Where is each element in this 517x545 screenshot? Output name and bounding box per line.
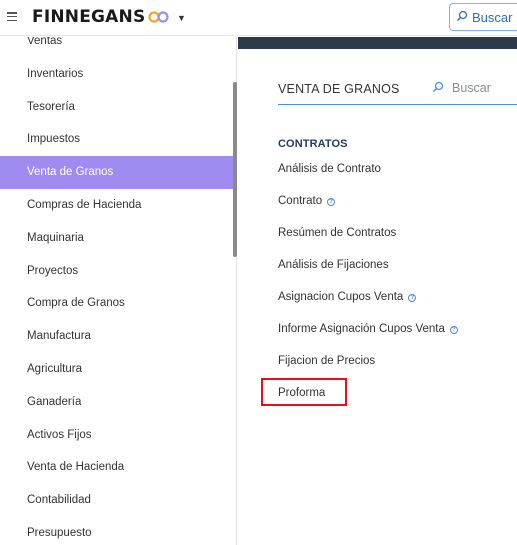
infinity-logo-icon (148, 11, 169, 23)
sidebar-item-ganadería[interactable]: Ganadería (0, 386, 236, 419)
group-title: CONTRATOS (278, 138, 348, 150)
sidebar: Ventas Inventarios Tesorería Impuestos Venta… (0, 37, 237, 545)
link-label[interactable]: Contrato (278, 195, 322, 207)
chevron-down-icon[interactable]: ▼ (177, 13, 186, 23)
menu-icon[interactable] (7, 12, 17, 22)
page-title: VENTA DE GRANOS (278, 82, 400, 96)
sidebar-item-agricultura[interactable]: Agricultura (0, 353, 236, 386)
title-divider (278, 104, 517, 105)
top-search-label: Buscar (472, 10, 513, 25)
sidebar-item-presupuesto[interactable]: Presupuesto (0, 517, 236, 545)
top-bar: FINNEGANS ▼ Buscar (0, 0, 517, 36)
link-item[interactable]: Informe Asignación Cupos Venta? (278, 320, 458, 352)
brand-name[interactable]: FINNEGANS (32, 7, 145, 27)
sidebar-scrollbar[interactable] (233, 82, 237, 257)
sidebar-item-maquinaria[interactable]: Maquinaria (0, 222, 236, 255)
sidebar-item-ventas[interactable]: Ventas (0, 37, 236, 58)
help-icon[interactable]: ? (327, 198, 336, 206)
sidebar-menu: Ventas Inventarios Tesorería Impuestos Venta… (0, 37, 236, 545)
sidebar-item-inventarios[interactable]: Inventarios (0, 58, 236, 91)
link-label[interactable]: Asignacion Cupos Venta (278, 291, 403, 303)
help-icon[interactable]: ? (449, 326, 458, 334)
header-strip (238, 37, 517, 49)
top-search-box[interactable]: Buscar (449, 3, 517, 31)
link-label[interactable]: Fijacion de Precios (278, 355, 375, 367)
search-input[interactable]: Buscar (452, 81, 491, 95)
link-item[interactable]: Contrato? (278, 192, 458, 224)
sidebar-item-impuestos[interactable]: Impuestos (0, 123, 236, 156)
sidebar-item-tesorería[interactable]: Tesorería (0, 91, 236, 124)
sidebar-item-compra-de-granos[interactable]: Compra de Granos (0, 287, 236, 320)
sidebar-item-manufactura[interactable]: Manufactura (0, 320, 236, 353)
sidebar-item-venta-de-granos[interactable]: Venta de Granos (0, 156, 236, 189)
section-search[interactable]: Buscar (432, 80, 491, 98)
sidebar-item-venta-de-hacienda[interactable]: Venta de Hacienda (0, 451, 236, 484)
sidebar-item-activos-fijos[interactable]: Activos Fijos (0, 419, 236, 452)
help-icon[interactable]: ? (408, 294, 417, 302)
link-item[interactable]: Análisis de Contrato (278, 160, 458, 192)
sidebar-item-proyectos[interactable]: Proyectos (0, 255, 236, 288)
link-label[interactable]: Análisis de Contrato (278, 163, 381, 175)
link-item[interactable]: Resúmen de Contratos (278, 224, 458, 256)
sidebar-item-contabilidad[interactable]: Contabilidad (0, 484, 236, 517)
search-icon (433, 81, 444, 92)
link-label[interactable]: Resúmen de Contratos (278, 227, 396, 239)
link-label[interactable]: Informe Asignación Cupos Venta (278, 323, 445, 335)
link-item[interactable]: Asignacion Cupos Venta? (278, 288, 458, 320)
link-item[interactable]: Análisis de Fijaciones (278, 256, 458, 288)
link-label[interactable]: Análisis de Fijaciones (278, 259, 389, 271)
sidebar-item-compras-de-hacienda[interactable]: Compras de Hacienda (0, 189, 236, 222)
search-icon (457, 10, 468, 21)
highlight-box (261, 378, 347, 406)
